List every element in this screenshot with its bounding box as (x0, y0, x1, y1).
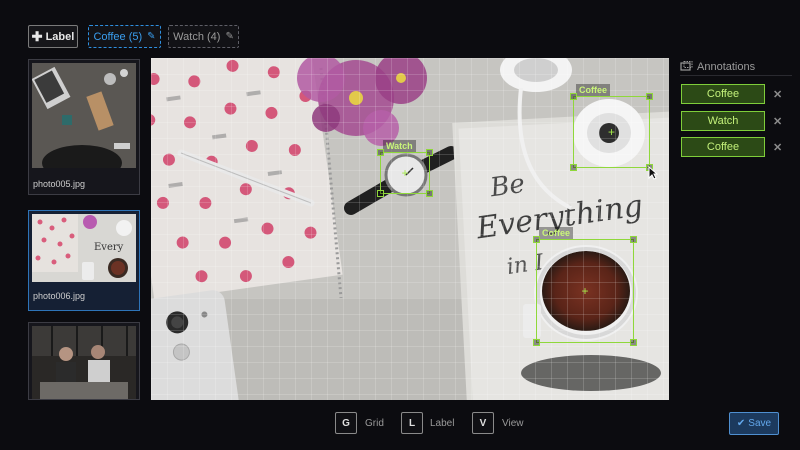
resize-handle[interactable] (533, 339, 540, 346)
annotations-title: Annotations (697, 60, 756, 73)
resize-handle[interactable] (426, 190, 433, 197)
annotation-item[interactable]: Coffee (681, 137, 765, 157)
annotation-item[interactable]: Coffee (681, 84, 765, 104)
plus-icon: ✚ (31, 29, 43, 44)
resize-handle[interactable] (570, 93, 577, 100)
thumbnail-photo005[interactable]: photo005.jpg (28, 59, 140, 195)
resize-handle[interactable] (630, 236, 637, 243)
thumbnail-photo006[interactable]: Every photo006.jpg (28, 210, 140, 311)
resize-handle[interactable] (646, 93, 653, 100)
save-label: Save (748, 418, 772, 429)
resize-handle[interactable] (426, 149, 433, 156)
tag-coffee-label: Coffee (5) (93, 30, 143, 43)
thumbnail-image: Every (32, 214, 136, 282)
add-label-button[interactable]: ✚ Label (28, 25, 78, 48)
pencil-icon[interactable]: ✎ (225, 31, 233, 42)
svg-text:Be: Be (487, 169, 526, 204)
crosshair-icon: + (581, 284, 589, 298)
thumbnail-image (32, 326, 136, 399)
thumbnail-filename: photo005.jpg (33, 179, 86, 189)
hotkey-view[interactable]: V (472, 412, 494, 434)
thumbnail-filename: photo006.jpg (33, 291, 86, 301)
crosshair-icon: + (401, 166, 409, 180)
resize-handle[interactable] (630, 339, 637, 346)
bounding-box-watch[interactable]: Watch + (377, 140, 433, 197)
annotations-header: Annotations (680, 60, 792, 76)
bbox-label: Watch (383, 140, 416, 152)
add-label-text: Label (45, 30, 75, 43)
hotkey-view-label: View (502, 418, 524, 429)
close-icon[interactable]: ✕ (773, 88, 782, 101)
resize-handle[interactable] (377, 149, 384, 156)
resize-handle[interactable] (377, 190, 384, 197)
close-icon[interactable]: ✕ (773, 115, 782, 128)
tag-filter-coffee[interactable]: Coffee (5) ✎ (88, 25, 161, 48)
resize-handle[interactable] (570, 164, 577, 171)
resize-handle[interactable] (533, 236, 540, 243)
annotations-icon (680, 61, 693, 71)
annotation-item[interactable]: Watch (681, 111, 765, 131)
bbox-label: Coffee (576, 84, 611, 96)
hotkey-label-label: Label (430, 418, 455, 429)
cursor-icon (648, 166, 658, 180)
thumbnail-image (32, 63, 136, 168)
hotkey-grid-label: Grid (365, 418, 384, 429)
close-icon[interactable]: ✕ (773, 141, 782, 154)
bounding-box-coffee-headphones[interactable]: Coffee + (570, 84, 653, 171)
svg-text:Every: Every (94, 242, 124, 253)
thumbnail-photo007[interactable] (28, 322, 140, 400)
bbox-label: Coffee (539, 227, 574, 239)
image-canvas[interactable]: Be Everything in Love Watch + Coffee + (151, 58, 669, 400)
tag-filter-watch[interactable]: Watch (4) ✎ (168, 25, 239, 48)
save-button[interactable]: ✔ Save (729, 412, 779, 435)
hotkey-grid[interactable]: G (335, 412, 357, 434)
hotkey-label[interactable]: L (401, 412, 423, 434)
tag-watch-label: Watch (4) (173, 30, 221, 43)
crosshair-icon: + (607, 125, 616, 139)
check-icon: ✔ (736, 418, 746, 429)
pencil-icon[interactable]: ✎ (147, 31, 155, 42)
bounding-box-coffee-cup[interactable]: Coffee + (533, 227, 637, 346)
